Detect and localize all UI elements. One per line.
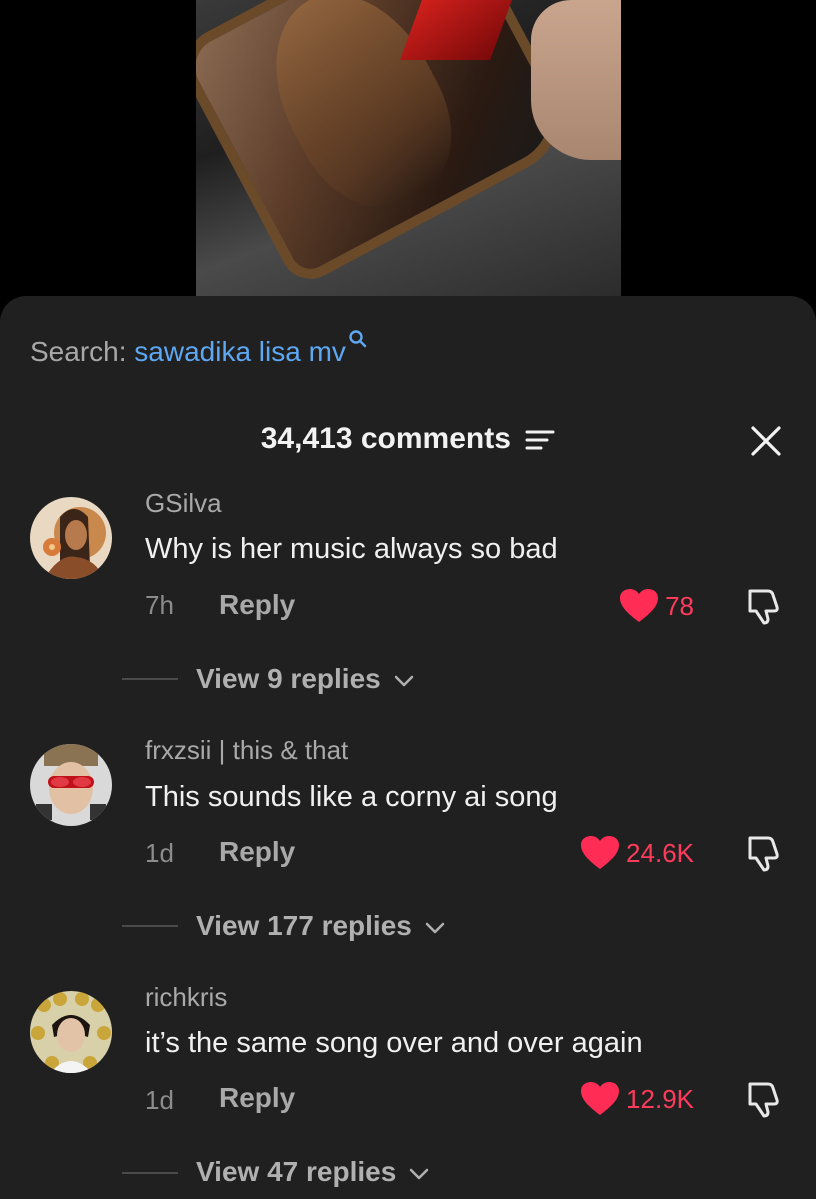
heart-icon xyxy=(620,589,659,622)
video-thumbnail[interactable] xyxy=(196,0,621,300)
like-button[interactable]: 12.9K xyxy=(580,1081,694,1117)
close-icon[interactable] xyxy=(748,423,784,459)
comment-username[interactable]: frxzsii | this & that xyxy=(145,735,348,766)
view-replies-label: View 177 replies xyxy=(196,910,412,941)
divider-line xyxy=(122,678,178,680)
dislike-icon[interactable] xyxy=(742,585,784,627)
view-replies-button[interactable]: View 177 replies xyxy=(196,910,446,942)
avatar-illustration xyxy=(30,497,112,579)
reply-button[interactable]: Reply xyxy=(219,836,295,868)
heart-icon xyxy=(581,836,620,869)
like-button[interactable]: 24.6K xyxy=(580,835,694,871)
divider-line xyxy=(122,1172,178,1174)
avatar-gsilva[interactable] xyxy=(30,497,112,579)
view-replies-label: View 9 replies xyxy=(196,663,381,694)
search-query[interactable]: sawadika lisa mv xyxy=(134,336,346,367)
search-icon xyxy=(349,330,367,348)
like-button[interactable]: 78 xyxy=(619,588,694,624)
arm-shape xyxy=(531,0,621,160)
divider-line xyxy=(122,925,178,927)
avatar-photo xyxy=(30,991,112,1073)
dislike-icon[interactable] xyxy=(742,832,784,874)
comment-time: 1d xyxy=(145,838,174,868)
like-count: 12.9K xyxy=(626,1083,694,1114)
comments-header: 34,413 comments xyxy=(0,422,816,456)
comment-username[interactable]: GSilva xyxy=(145,488,222,519)
search-suggestion[interactable]: Search: sawadika lisa mv xyxy=(30,330,368,368)
chevron-down-icon xyxy=(394,675,413,686)
comment-username[interactable]: richkris xyxy=(145,982,227,1013)
filter-icon[interactable] xyxy=(525,428,555,452)
reply-button[interactable]: Reply xyxy=(219,589,295,621)
chevron-down-icon xyxy=(409,1168,429,1179)
comment-time: 7h xyxy=(145,590,174,620)
chevron-down-icon xyxy=(425,922,444,933)
comment-text: This sounds like a corny ai song xyxy=(145,781,558,813)
avatar-frxzsii[interactable] xyxy=(30,744,112,826)
reply-button[interactable]: Reply xyxy=(219,1082,295,1114)
dislike-icon[interactable] xyxy=(742,1078,784,1120)
like-count: 78 xyxy=(665,590,694,621)
search-label: Search: xyxy=(30,336,127,367)
view-replies-label: View 47 replies xyxy=(196,1156,397,1187)
view-replies-button[interactable]: View 9 replies xyxy=(196,663,415,695)
view-replies-button[interactable]: View 47 replies xyxy=(196,1156,430,1188)
avatar-richkris[interactable] xyxy=(30,991,112,1073)
comment-text: it’s the same song over and over again xyxy=(145,1027,643,1059)
mirror-shape xyxy=(196,0,581,290)
comments-count: 34,413 comments xyxy=(260,422,511,455)
like-count: 24.6K xyxy=(626,837,694,868)
avatar-photo xyxy=(30,744,112,826)
comment-time: 1d xyxy=(145,1085,174,1115)
heart-icon xyxy=(581,1082,620,1115)
comment-text: Why is her music always so bad xyxy=(145,533,558,565)
